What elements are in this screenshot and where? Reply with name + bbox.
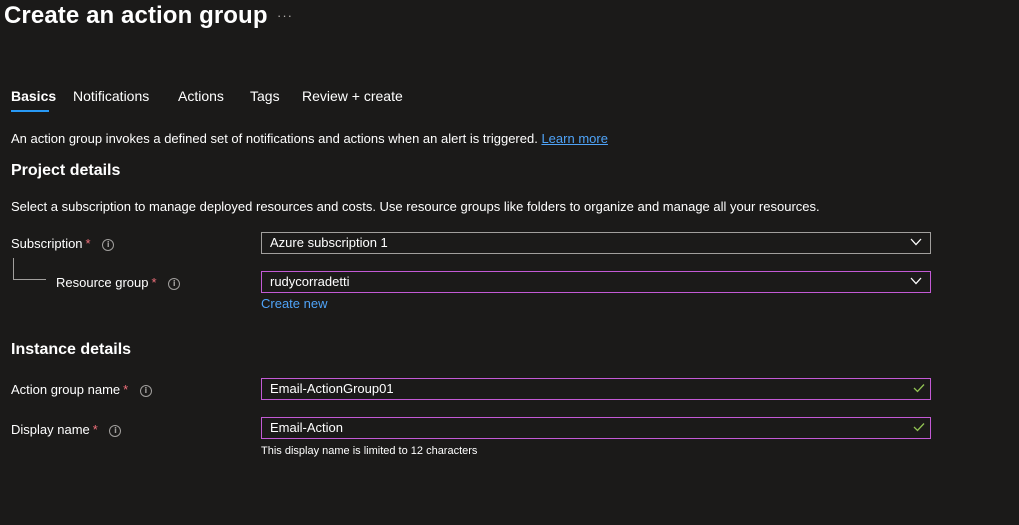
subscription-label-row: Subscription * i bbox=[11, 236, 115, 251]
display-name-input[interactable]: Email-Action bbox=[261, 417, 931, 439]
resource-group-label: Resource group bbox=[56, 275, 149, 290]
display-name-label-row: Display name * i bbox=[11, 422, 122, 437]
project-details-description: Select a subscription to manage deployed… bbox=[11, 199, 820, 214]
required-marker: * bbox=[123, 382, 129, 397]
tree-connector bbox=[13, 258, 14, 280]
create-new-link[interactable]: Create new bbox=[261, 296, 327, 311]
checkmark-icon bbox=[913, 423, 925, 432]
display-name-value: Email-Action bbox=[270, 420, 343, 435]
action-group-name-input[interactable]: Email-ActionGroup01 bbox=[261, 378, 931, 400]
instance-details-heading: Instance details bbox=[11, 341, 132, 358]
chevron-down-icon bbox=[910, 238, 922, 246]
more-options-icon[interactable]: ··· bbox=[277, 8, 293, 23]
required-marker: * bbox=[85, 236, 91, 251]
tab-actions[interactable]: Actions bbox=[178, 88, 224, 104]
subscription-dropdown[interactable]: Azure subscription 1 bbox=[261, 232, 931, 254]
subscription-label: Subscription bbox=[11, 236, 83, 251]
tree-connector bbox=[13, 279, 46, 280]
intro-text-row: An action group invokes a defined set of… bbox=[11, 131, 608, 146]
tab-basics[interactable]: Basics bbox=[11, 88, 56, 104]
intro-text: An action group invokes a defined set of… bbox=[11, 131, 538, 146]
required-marker: * bbox=[151, 275, 157, 290]
project-details-heading: Project details bbox=[11, 162, 121, 179]
tab-notifications[interactable]: Notifications bbox=[73, 88, 149, 104]
action-group-name-value: Email-ActionGroup01 bbox=[270, 381, 394, 396]
resource-group-dropdown[interactable]: rudycorradetti bbox=[261, 271, 931, 293]
info-icon[interactable]: i bbox=[139, 384, 152, 397]
active-tab-indicator bbox=[11, 110, 49, 112]
info-icon[interactable]: i bbox=[102, 238, 115, 251]
checkmark-icon bbox=[913, 384, 925, 393]
display-name-label: Display name bbox=[11, 422, 90, 437]
tab-review-create[interactable]: Review + create bbox=[302, 88, 403, 104]
chevron-down-icon bbox=[910, 277, 922, 285]
resource-group-value: rudycorradetti bbox=[270, 274, 350, 289]
tab-tags[interactable]: Tags bbox=[250, 88, 280, 104]
display-name-hint: This display name is limited to 12 chara… bbox=[261, 445, 478, 457]
resource-group-label-row: Resource group * i bbox=[56, 275, 181, 290]
page-title: Create an action group bbox=[4, 2, 268, 29]
info-icon[interactable]: i bbox=[168, 277, 181, 290]
info-icon[interactable]: i bbox=[109, 424, 122, 437]
learn-more-link[interactable]: Learn more bbox=[541, 131, 607, 146]
required-marker: * bbox=[92, 422, 98, 437]
action-group-name-label-row: Action group name * i bbox=[11, 382, 152, 397]
action-group-name-label: Action group name bbox=[11, 382, 121, 397]
subscription-value: Azure subscription 1 bbox=[270, 235, 388, 250]
